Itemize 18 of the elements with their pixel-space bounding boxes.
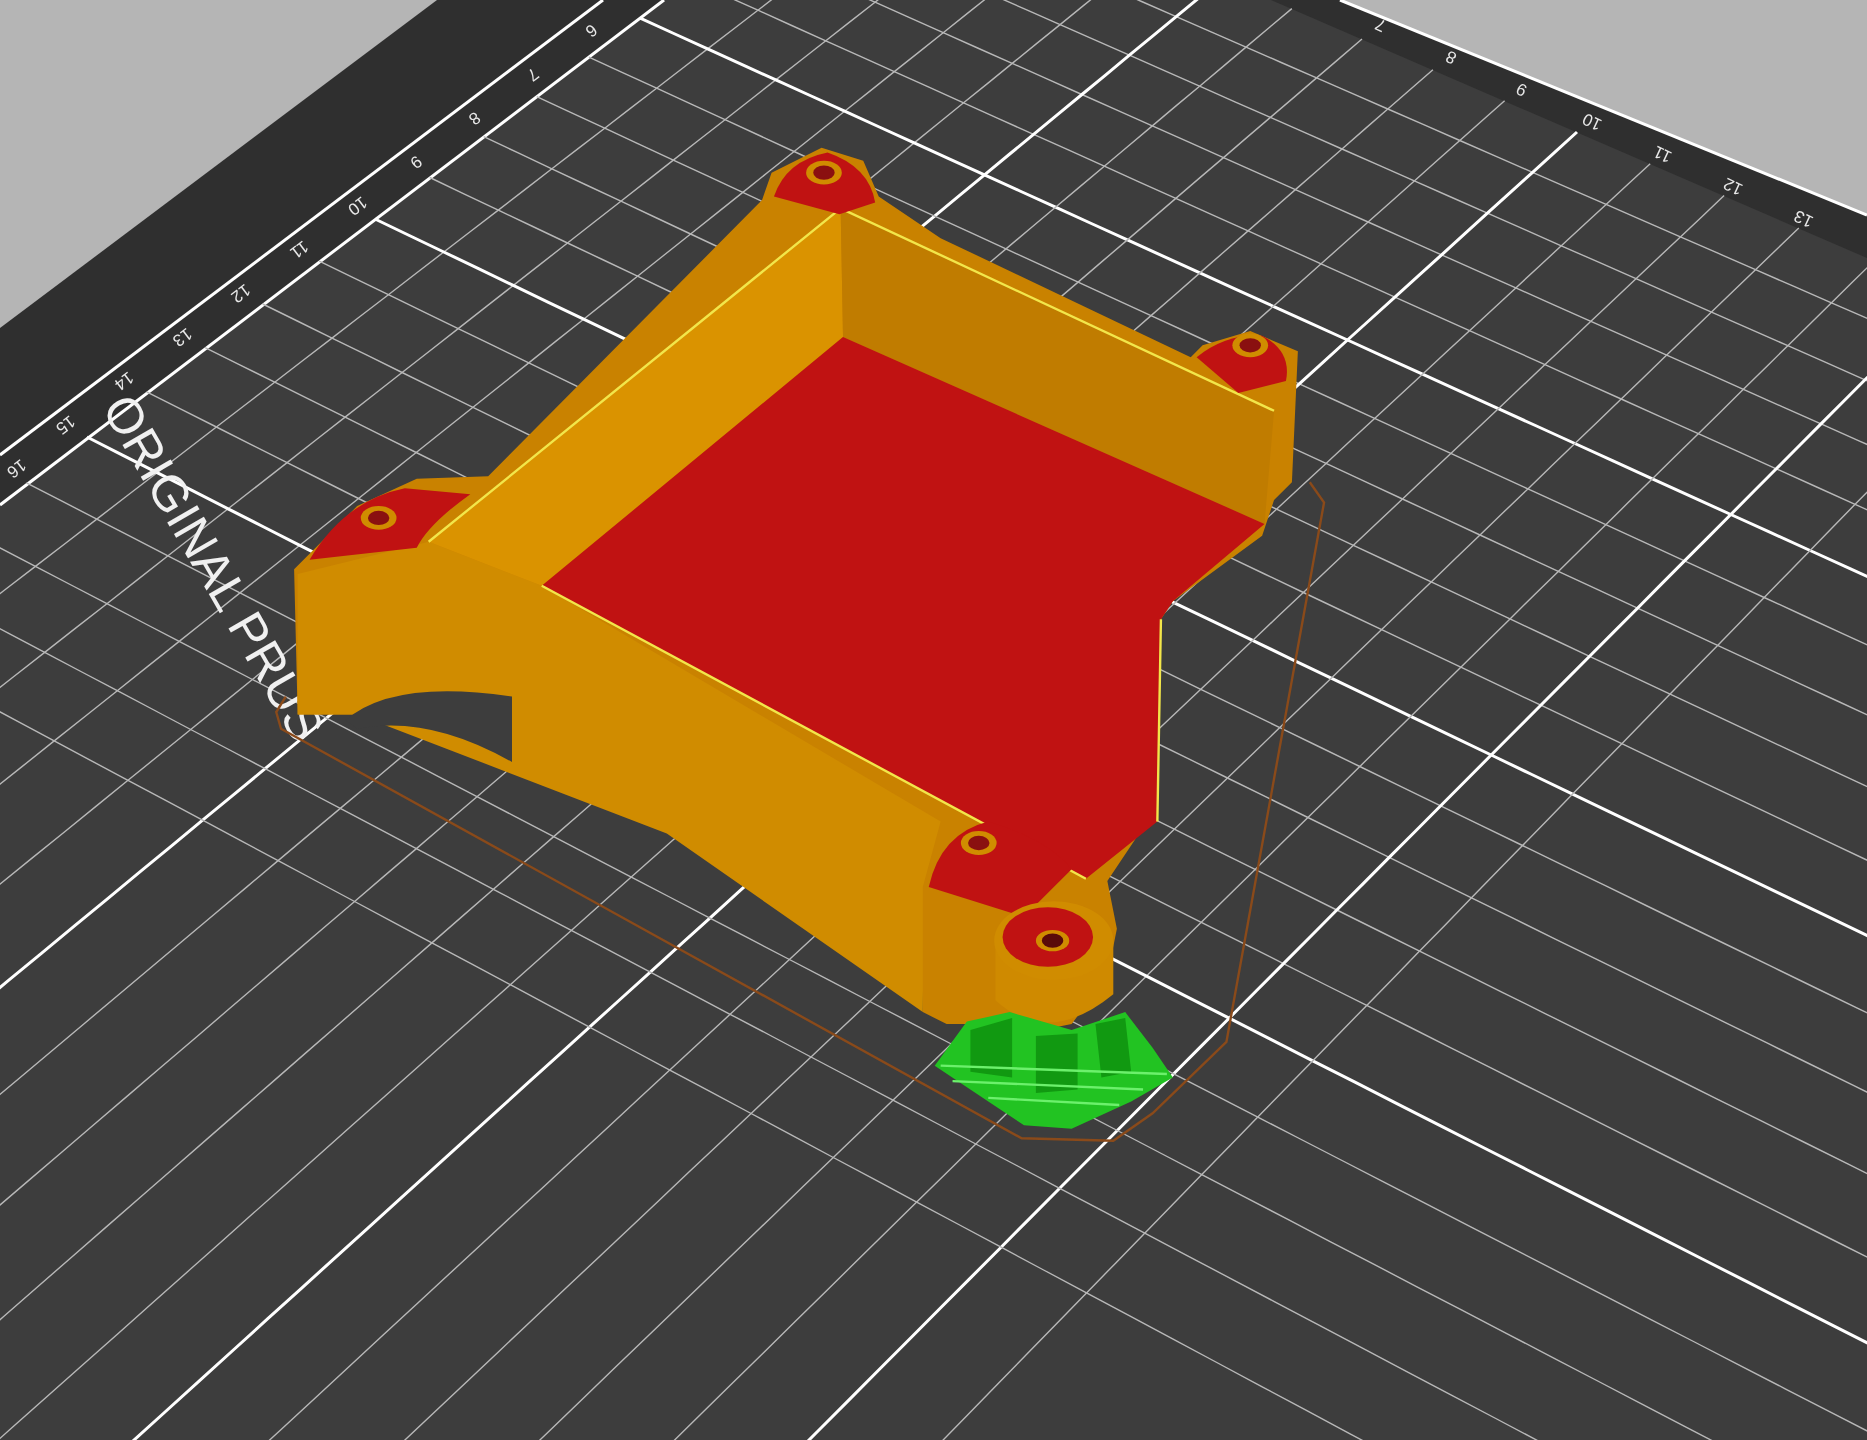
axis-label: 16 [3, 455, 30, 482]
axis-label: 8 [1442, 46, 1460, 68]
axis-label: 10 [1579, 109, 1605, 135]
axis-label: 8 [464, 107, 484, 129]
axis-label: 10 [344, 192, 371, 220]
axis-label: 7 [523, 63, 543, 85]
axis-label: 15 [52, 411, 79, 439]
axis-label: 9 [406, 151, 426, 173]
axis-label: 11 [286, 236, 312, 263]
axis-label: 11 [1650, 141, 1675, 167]
axis-label: 12 [1720, 173, 1746, 200]
axis-label: 14 [110, 367, 138, 395]
axis-label: 9 [1513, 78, 1530, 101]
axis-label: 7 [1372, 14, 1389, 36]
axis-label: 13 [169, 323, 196, 351]
axis-label: 12 [227, 280, 255, 307]
axis-label: 13 [1791, 206, 1817, 232]
axis-label: 6 [581, 20, 601, 42]
